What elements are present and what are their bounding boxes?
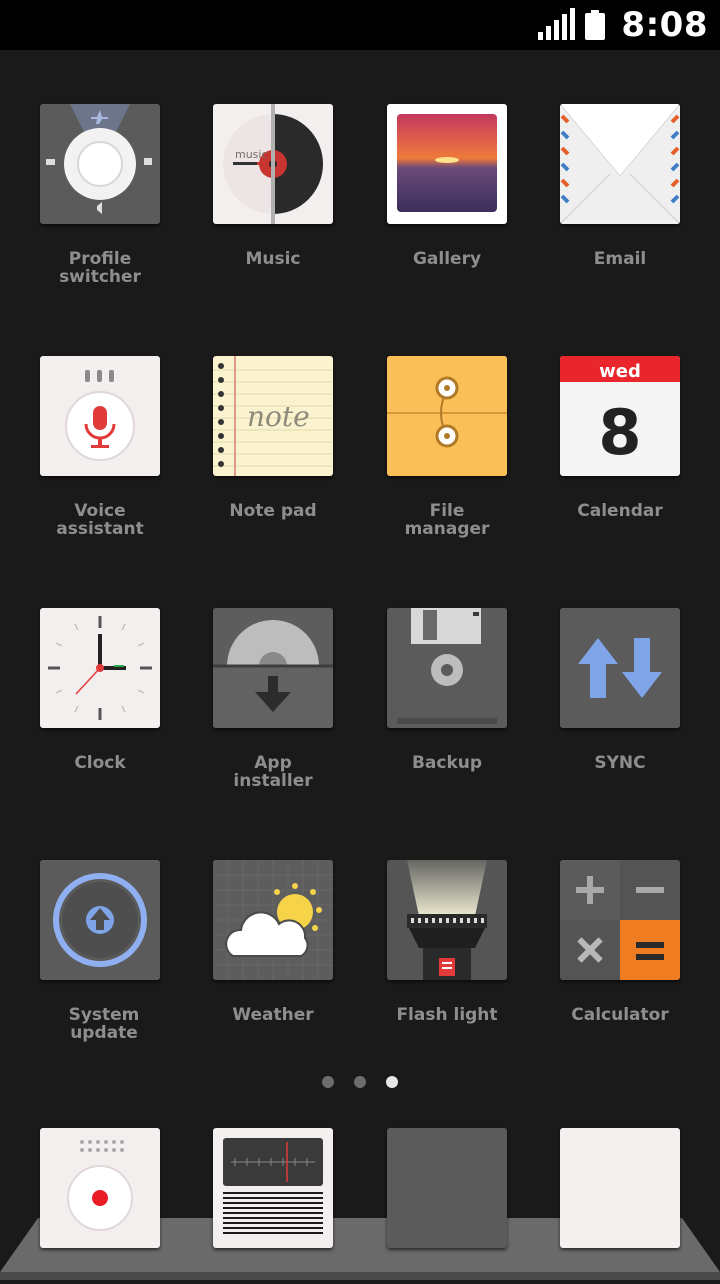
system-update-icon <box>40 860 160 980</box>
calendar-date: 8 <box>598 396 641 469</box>
floppy-disk-icon <box>387 608 507 728</box>
calendar-day: wed <box>599 361 641 382</box>
blank-light-icon <box>560 1128 680 1248</box>
app-label: Weather <box>232 1005 314 1025</box>
page-dot-1[interactable] <box>322 1076 334 1088</box>
app-label: Email <box>593 249 647 269</box>
profile-switcher-icon <box>40 104 160 224</box>
gallery-icon <box>387 104 507 224</box>
calculator-icon <box>560 860 680 980</box>
app-label: Clock <box>74 753 126 773</box>
recorder-icon <box>40 1128 160 1248</box>
microphone-icon <box>40 356 160 476</box>
app-installer-icon <box>213 608 333 728</box>
app-label: SYNC <box>594 753 646 773</box>
app-label: Calculator <box>571 1005 669 1025</box>
app-label: Flash light <box>396 1005 498 1025</box>
sync-icon <box>560 608 680 728</box>
status-bar: 8:08 <box>0 0 720 50</box>
signal-icon <box>538 8 576 40</box>
music-icon-text: music <box>235 148 268 161</box>
app-label: File manager <box>404 501 490 539</box>
notepad-icon-text: note <box>247 400 310 433</box>
clock-icon <box>40 608 160 728</box>
status-right: 8:08 <box>538 0 708 50</box>
page-dot-3[interactable] <box>386 1076 398 1088</box>
app-label: App installer <box>233 753 313 791</box>
blank-dark-icon <box>387 1128 507 1248</box>
music-icon: music <box>213 104 333 224</box>
email-icon <box>560 104 680 224</box>
notepad-icon: note <box>213 356 333 476</box>
weather-icon <box>213 860 333 980</box>
app-label: Music <box>245 249 301 269</box>
flashlight-icon <box>387 860 507 980</box>
app-label: Voice assistant <box>56 501 144 539</box>
app-label: Calendar <box>577 501 663 521</box>
app-label: Gallery <box>412 249 482 269</box>
file-manager-icon <box>387 356 507 476</box>
app-label: Profile switcher <box>59 249 141 287</box>
battery-icon <box>585 10 606 40</box>
app-label: Note pad <box>229 501 317 521</box>
page-indicator <box>0 1076 720 1088</box>
radio-icon <box>213 1128 333 1248</box>
page-dot-2[interactable] <box>354 1076 366 1088</box>
calendar-icon: wed 8 <box>560 356 680 476</box>
status-time: 8:08 <box>621 5 708 45</box>
app-label: Backup <box>411 753 483 773</box>
